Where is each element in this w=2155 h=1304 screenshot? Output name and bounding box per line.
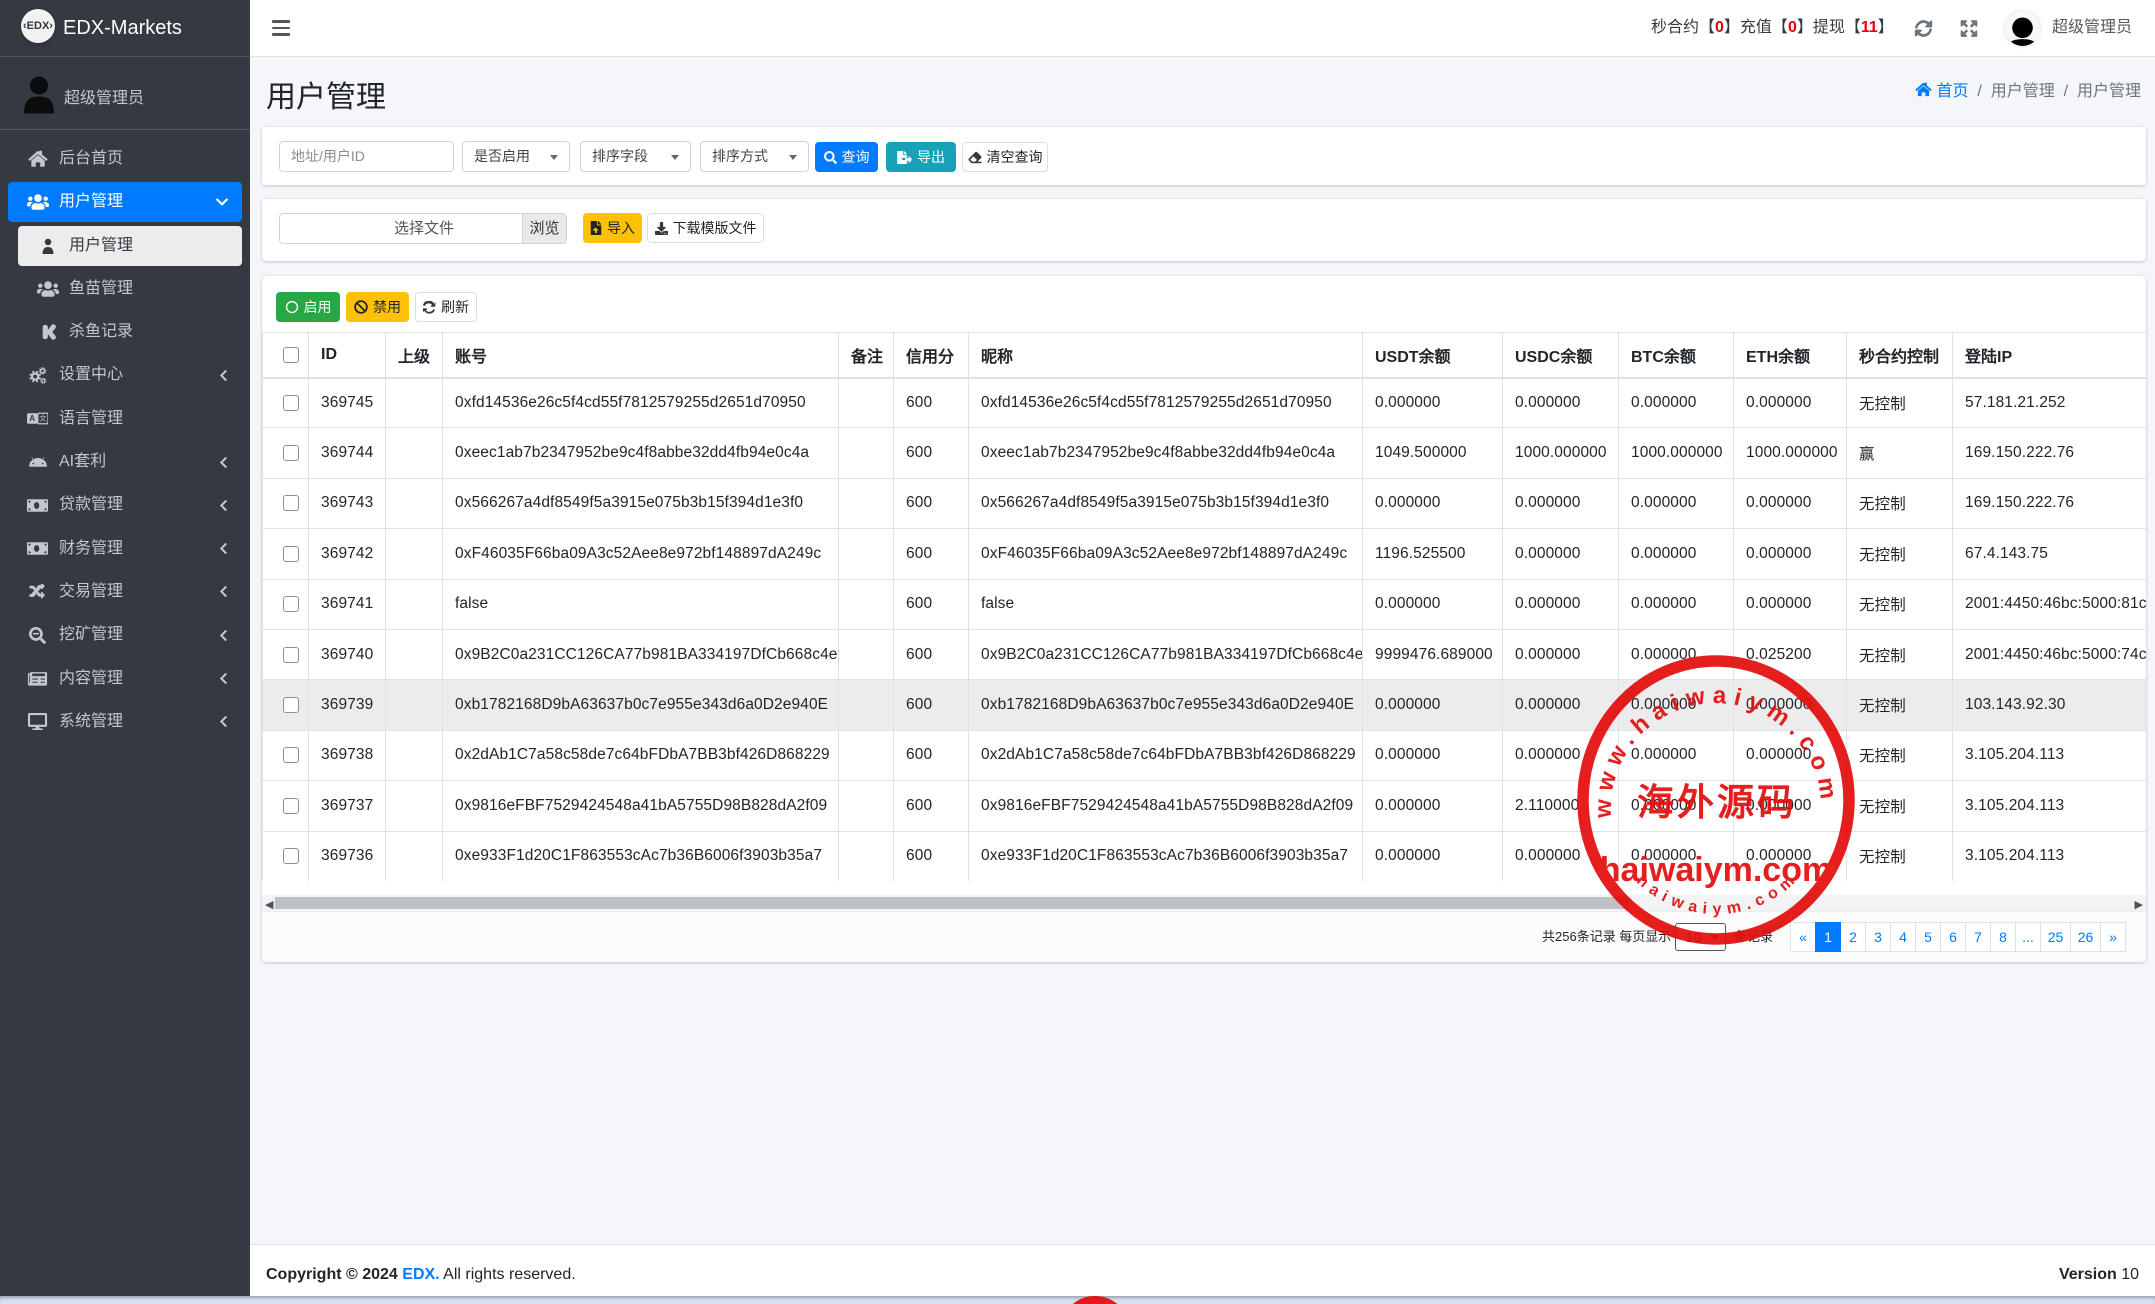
svg-text:海外源码: 海外源码 (1637, 782, 1797, 824)
